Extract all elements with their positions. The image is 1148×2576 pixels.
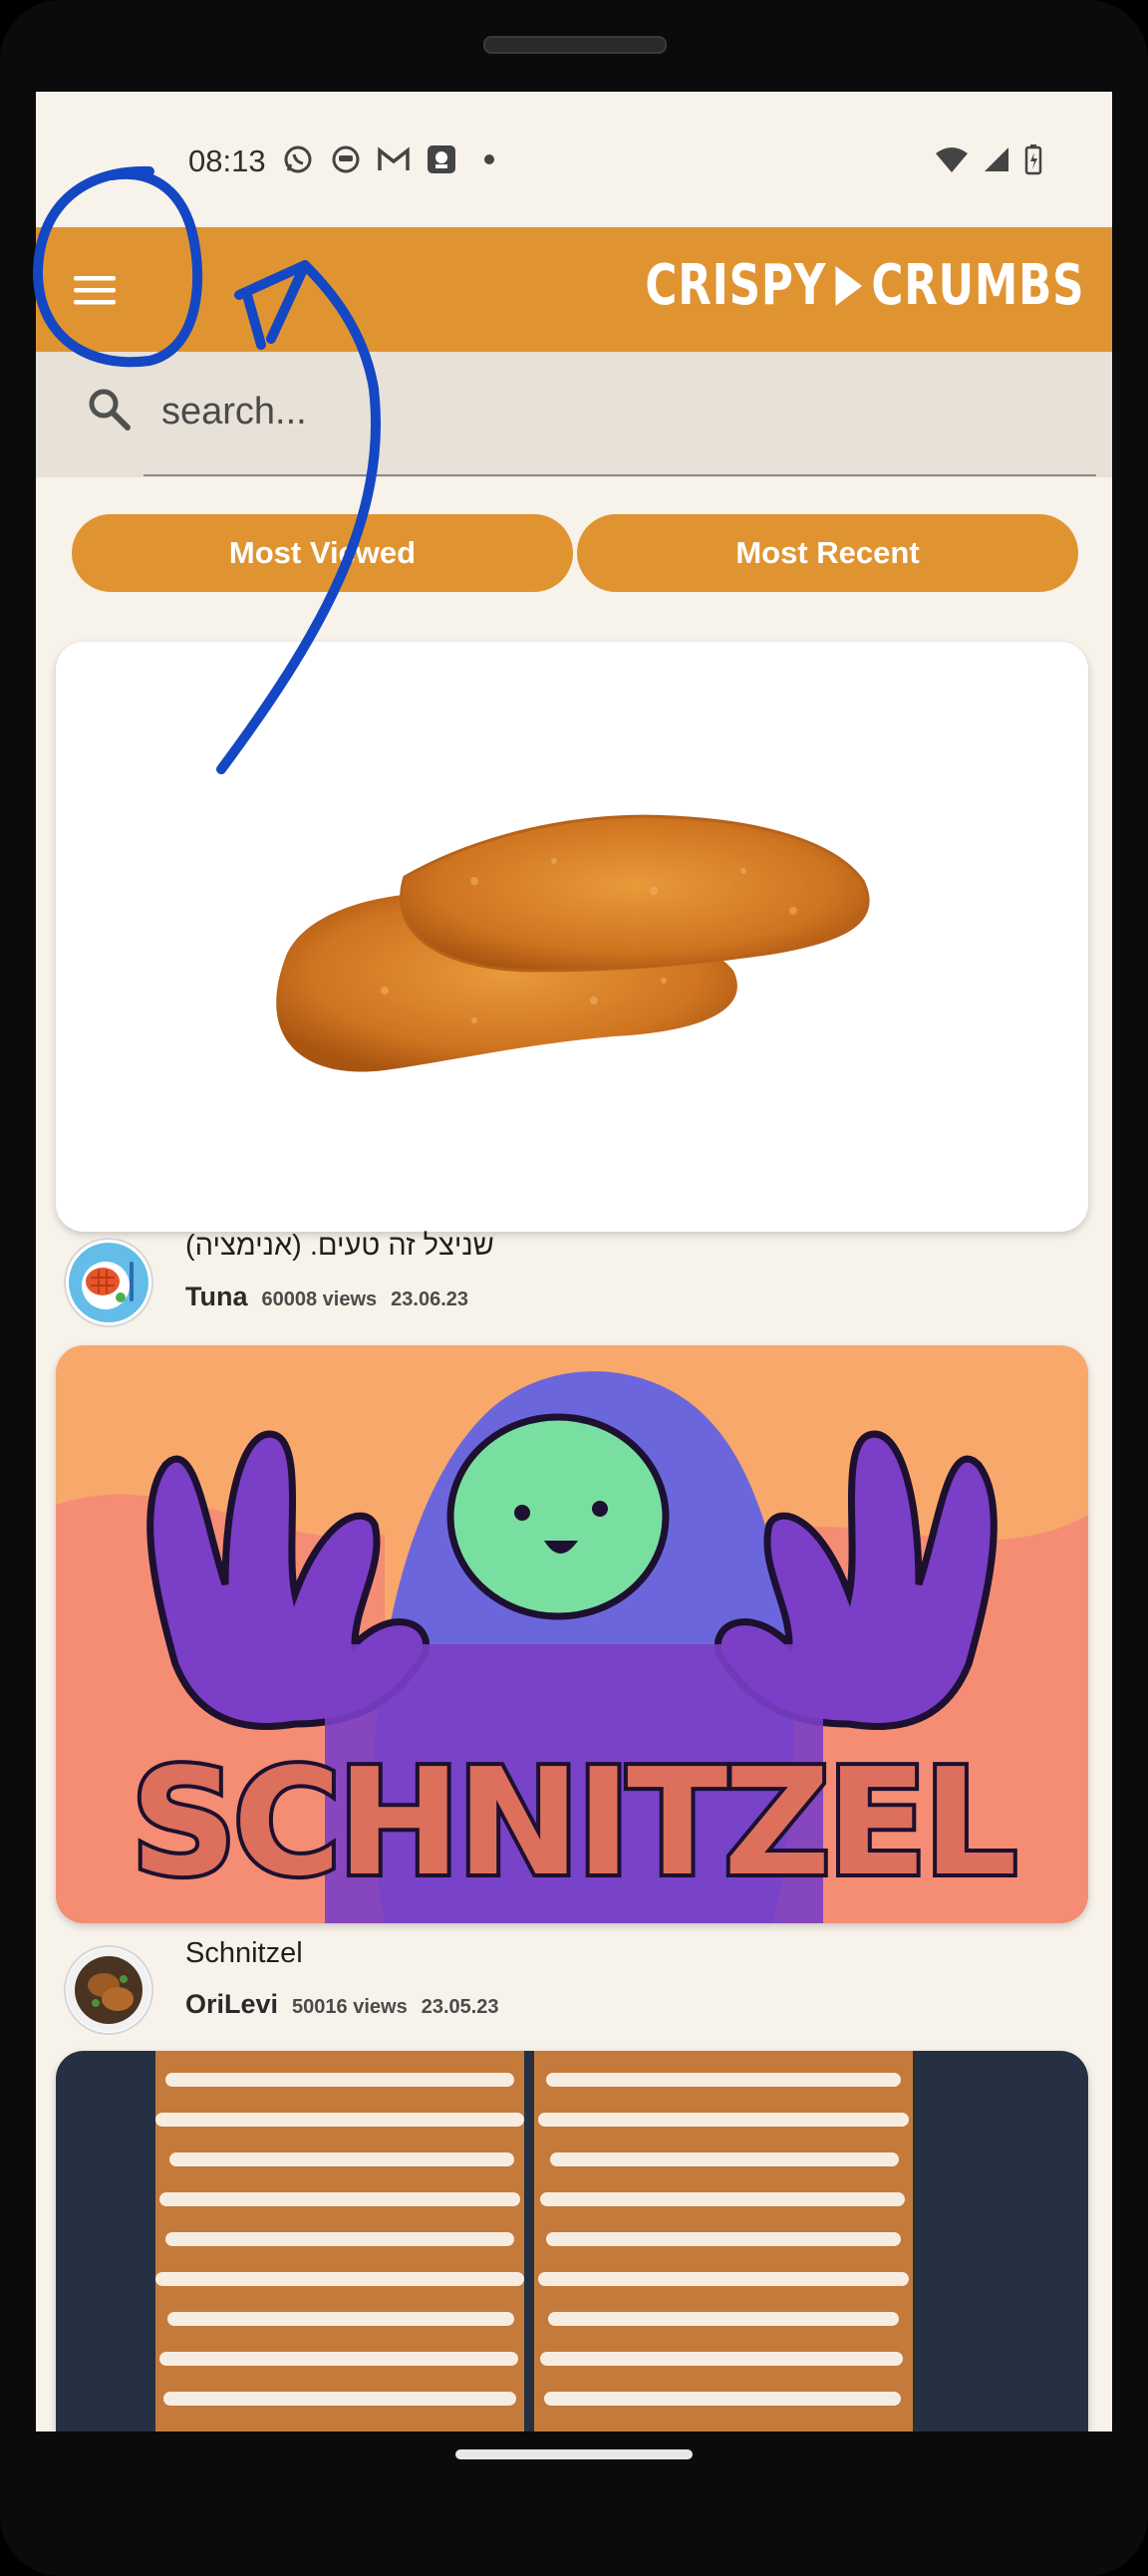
speaker-grille — [483, 36, 667, 54]
video-views: 60008 views — [261, 1288, 378, 1310]
video-info-2[interactable]: Schnitzel OriLevi 50016 views 23.05.23 — [64, 1937, 1080, 2047]
video-views: 50016 views — [292, 1996, 408, 2018]
app-logo: CRISPY CRUMBS — [645, 253, 1084, 318]
video-info-1[interactable]: שניצל זה טעים. (אנימציה) Tuna 60008 view… — [64, 1230, 1080, 1339]
gmail-icon — [377, 143, 411, 176]
whatsapp-icon — [281, 143, 315, 176]
video-date: 23.06.23 — [391, 1288, 469, 1310]
sort-filters: Most Viewed Most Recent — [72, 514, 1078, 592]
search-underline — [144, 474, 1096, 476]
status-system-icons — [935, 143, 1042, 180]
video-thumbnail-2[interactable]: SCHNITZEL — [56, 1345, 1088, 1923]
avatar[interactable] — [64, 1945, 153, 2035]
food-avatar-icon — [69, 1243, 148, 1322]
video-title[interactable]: שניצל זה טעים. (אנימציה) — [185, 1230, 494, 1263]
signal-icon — [983, 145, 1010, 178]
thumbnail-title: SCHNITZEL — [131, 1737, 1013, 1908]
video-thumbnail-3[interactable] — [56, 2051, 1088, 2432]
app-screen: 08:13 CRISPY CRUMBS search... Most Viewe… — [36, 92, 1112, 2432]
status-time: 08:13 — [188, 143, 266, 178]
schnitzel-cartoon-image: SCHNITZEL — [56, 1345, 1088, 1923]
schnitzel-stack-image — [56, 2051, 1088, 2432]
phone-frame: 08:13 CRISPY CRUMBS search... Most Viewe… — [0, 0, 1148, 2576]
logo-text-crumbs: CRUMBS — [870, 253, 1084, 318]
wifi-icon — [935, 145, 969, 178]
menu-button[interactable] — [66, 261, 124, 319]
app-header: CRISPY CRUMBS — [36, 227, 1112, 352]
avatar[interactable] — [64, 1238, 153, 1327]
video-meta-line: Tuna 60008 views 23.06.23 — [185, 1282, 468, 1312]
schnitzel-image — [276, 814, 870, 1072]
app-icon — [329, 143, 363, 176]
search-input[interactable] — [159, 376, 1040, 447]
status-notification-icons — [281, 143, 494, 176]
most-recent-button[interactable]: Most Recent — [577, 514, 1078, 592]
video-date: 23.05.23 — [421, 1996, 499, 2018]
logo-text-crispy: CRISPY — [644, 253, 826, 318]
most-viewed-button[interactable]: Most Viewed — [72, 514, 573, 592]
video-thumbnail-1[interactable] — [56, 642, 1088, 1232]
video-meta-line: OriLevi 50016 views 23.05.23 — [185, 1989, 499, 2020]
video-author[interactable]: Tuna — [185, 1282, 248, 1312]
search-bar — [36, 352, 1112, 477]
notification-icon — [425, 143, 458, 176]
status-bar: 08:13 — [36, 92, 1112, 227]
play-icon — [835, 265, 862, 306]
home-indicator[interactable] — [455, 2449, 693, 2459]
food-avatar-icon — [67, 1948, 150, 2032]
more-notifications-dot — [484, 154, 494, 164]
battery-icon — [1024, 143, 1042, 180]
search-icon[interactable] — [84, 384, 136, 435]
video-author[interactable]: OriLevi — [185, 1989, 278, 2020]
hamburger-menu-icon — [74, 276, 116, 305]
video-title[interactable]: Schnitzel — [185, 1937, 303, 1970]
